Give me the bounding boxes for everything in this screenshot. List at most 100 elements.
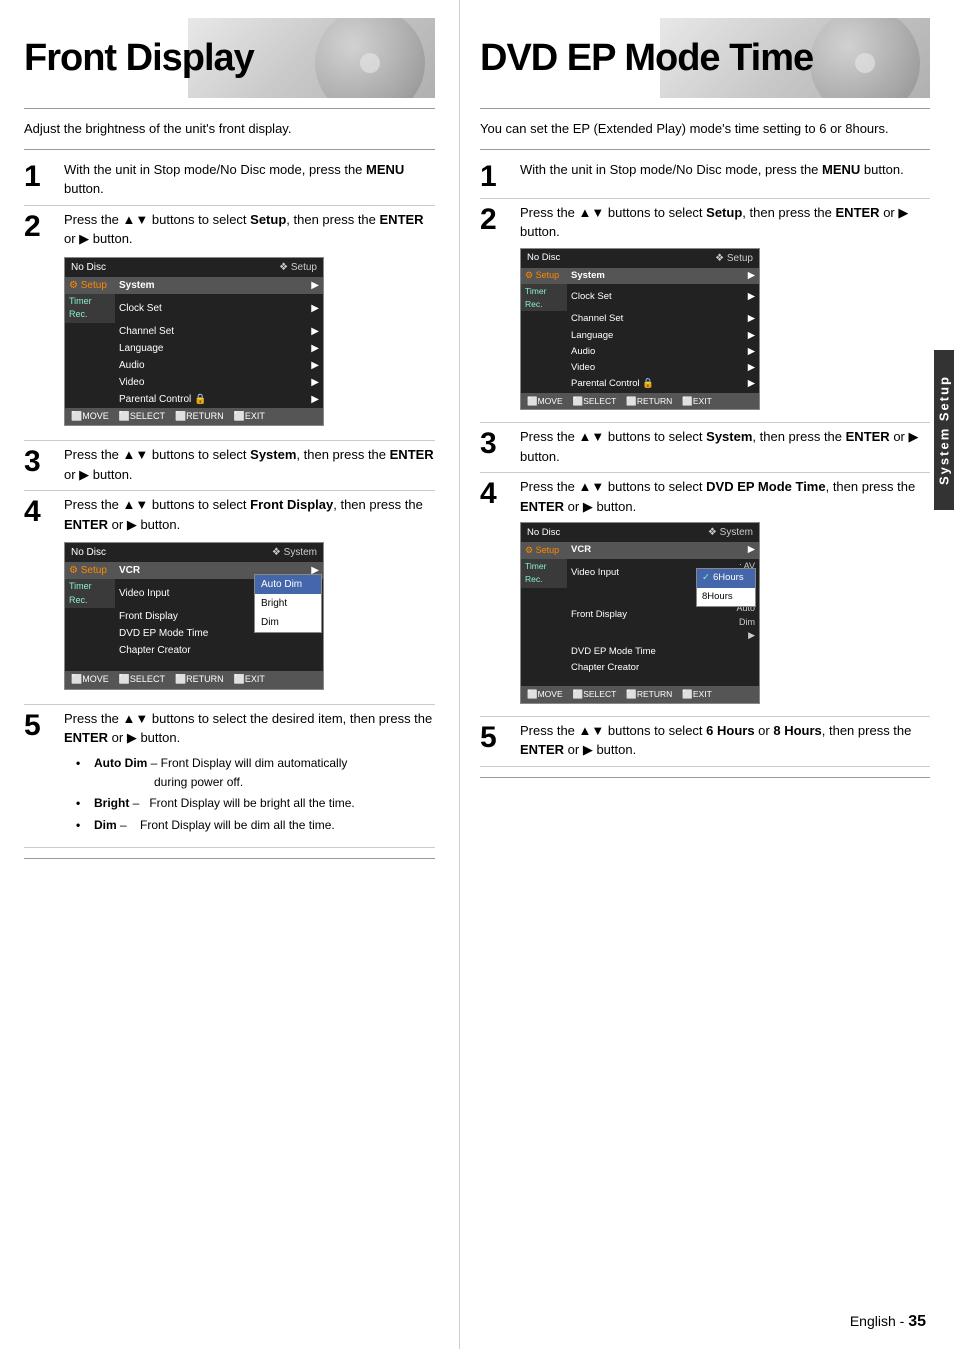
- cell: ▶: [744, 328, 759, 344]
- right-step-4-content: Press the ▲▼ buttons to select DVD EP Mo…: [512, 477, 930, 710]
- divider-final: [24, 858, 435, 859]
- table-row-empty: [65, 659, 323, 671]
- step-1: 1 With the unit in Stop mode/No Disc mod…: [24, 160, 435, 206]
- step-4-bold: Front Display: [250, 497, 333, 512]
- footer-exit: ⬜EXIT: [234, 673, 265, 687]
- footer-move: ⬜MOVE: [527, 688, 563, 701]
- bullet-dot: •: [76, 754, 88, 773]
- right-step-1-content: With the unit in Stop mode/No Disc mode,…: [512, 160, 930, 180]
- cell: Language: [567, 328, 744, 344]
- cell: [732, 660, 759, 676]
- cell: ▶: [744, 344, 759, 360]
- right-menu-mock-1: No Disc ❖ Setup ⚙ Setup System ▶ Timer R…: [520, 248, 760, 411]
- cell: [521, 376, 567, 392]
- bullet-dim-text: Dim – Front Display will be dim all the …: [94, 816, 435, 835]
- table-row: Chapter Creator: [521, 660, 759, 676]
- step-1-content: With the unit in Stop mode/No Disc mode,…: [56, 160, 435, 199]
- menu-mock-2-nodisc: No Disc: [71, 545, 106, 560]
- cell: ▶: [744, 268, 759, 284]
- cell: Channel Set: [567, 311, 744, 327]
- cell: VCR: [115, 562, 258, 579]
- table-row-empty: [521, 676, 759, 686]
- cell: ▶: [744, 360, 759, 376]
- right-step-2: 2 Press the ▲▼ buttons to select Setup, …: [480, 203, 930, 424]
- bullet-bright: • Bright – Front Display will be bright …: [76, 794, 435, 813]
- right-menu-mock-2-wrap: No Disc ❖ System ⚙ Setup VCR ▶ Timer Rec…: [520, 522, 930, 704]
- cell: Clock Set: [567, 284, 744, 312]
- cell: Chapter Creator: [567, 660, 732, 676]
- right-step-1-number: 1: [480, 160, 512, 192]
- bold: 8 Hours: [773, 723, 821, 738]
- right-menu2-footer: ⬜MOVE ⬜SELECT ⬜RETURN ⬜EXIT: [521, 686, 759, 703]
- cell: System: [115, 277, 307, 294]
- cell: Front Display: [115, 608, 258, 625]
- bullet-dim: • Dim – Front Display will be dim all th…: [76, 816, 435, 835]
- system-label: ❖ System: [708, 525, 753, 540]
- menu-mock-1-nodisc: No Disc: [71, 260, 106, 275]
- right-column: DVD EP Mode Time You can set the EP (Ext…: [460, 0, 954, 1349]
- step-2-content: Press the ▲▼ buttons to select Setup, th…: [56, 210, 435, 435]
- step-4-bold2: ENTER: [64, 517, 108, 532]
- table-row: Channel Set ▶: [521, 311, 759, 327]
- table-row: Parental Control 🔒 ▶: [521, 376, 759, 392]
- right-header: DVD EP Mode Time: [480, 18, 930, 98]
- table-row: Video ▶: [65, 374, 323, 391]
- menu-mock-2-header: No Disc ❖ System: [65, 543, 323, 562]
- dropdown-item-8hours: 8Hours: [697, 588, 755, 606]
- right-title: DVD EP Mode Time: [480, 37, 813, 80]
- left-title: Front Display: [24, 37, 254, 80]
- right-menu1-footer: ⬜MOVE ⬜SELECT ⬜RETURN ⬜EXIT: [521, 393, 759, 410]
- cell: [732, 644, 759, 660]
- right-menu1-header: No Disc ❖ Setup: [521, 249, 759, 268]
- bullet-term: Auto Dim: [94, 756, 147, 770]
- bullet-autodim-text: Auto Dim – Front Display will dim automa…: [94, 754, 435, 791]
- table-row: Timer Rec. Clock Set ▶: [65, 294, 323, 323]
- cell: Clock Set: [115, 294, 307, 323]
- cell: [65, 391, 115, 408]
- step-4-number: 4: [24, 495, 56, 527]
- step-1-number: 1: [24, 160, 56, 192]
- step-1-bold: MENU: [366, 162, 404, 177]
- disc-graphic-right: [810, 18, 920, 98]
- right-menu1-table: ⚙ Setup System ▶ Timer Rec. Clock Set ▶ …: [521, 268, 759, 393]
- bold: ENTER: [836, 205, 880, 220]
- right-step-1: 1 With the unit in Stop mode/No Disc mod…: [480, 160, 930, 199]
- step-5: 5 Press the ▲▼ buttons to select the des…: [24, 709, 435, 849]
- menu-mock-2-wrap: No Disc ❖ System ⚙ Setup VCR ▶ Timer Rec…: [64, 542, 435, 690]
- cell: ▶: [744, 284, 759, 312]
- footer-select: ⬜SELECT: [119, 673, 165, 687]
- right-divider-final: [480, 777, 930, 778]
- cell: ⚙ Setup: [521, 268, 567, 284]
- step-2-bold1: Setup: [250, 212, 286, 227]
- menu-mock-1-table: ⚙ Setup System ▶ Timer Rec. Clock Set ▶ …: [65, 277, 323, 408]
- cell: Video: [567, 360, 744, 376]
- step-3: 3 Press the ▲▼ buttons to select System,…: [24, 445, 435, 491]
- cell: Chapter Creator: [115, 642, 258, 659]
- menu-mock-1-footer: ⬜MOVE ⬜SELECT ⬜RETURN ⬜EXIT: [65, 408, 323, 426]
- cell: System: [567, 268, 744, 284]
- cell: [65, 608, 115, 625]
- table-row: Timer Rec. Clock Set ▶: [521, 284, 759, 312]
- cell: ▶: [307, 294, 323, 323]
- cell: [65, 374, 115, 391]
- cell: ⚙ Setup: [65, 562, 115, 579]
- bold: ENTER: [520, 499, 564, 514]
- step-3-number: 3: [24, 445, 56, 477]
- page-number: English - 35: [850, 1313, 926, 1331]
- table-row: Video ▶: [521, 360, 759, 376]
- right-step-5: 5 Press the ▲▼ buttons to select 6 Hours…: [480, 721, 930, 767]
- dropdown-item-bright: Bright: [255, 594, 321, 613]
- cell: [521, 676, 759, 686]
- cell: DVD EP Mode Time: [567, 644, 732, 660]
- cell: [521, 311, 567, 327]
- cell: [521, 328, 567, 344]
- table-row: Parental Control 🔒 ▶: [65, 391, 323, 408]
- bold: 6 Hours: [706, 723, 754, 738]
- right-menu-mock-2: No Disc ❖ System ⚙ Setup VCR ▶ Timer Rec…: [520, 522, 760, 704]
- cell: [521, 644, 567, 660]
- cell: Timer Rec.: [521, 559, 567, 588]
- divider-1: [24, 108, 435, 109]
- page-num-bold: 35: [908, 1313, 926, 1330]
- cell: Channel Set: [115, 323, 307, 340]
- cell: [65, 340, 115, 357]
